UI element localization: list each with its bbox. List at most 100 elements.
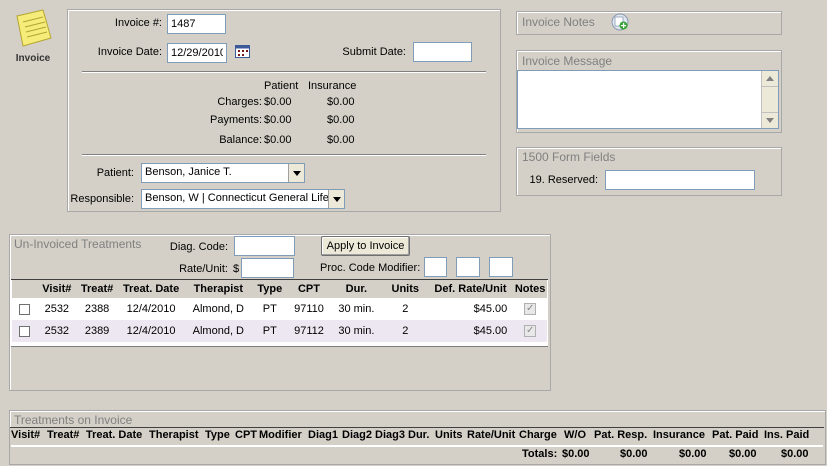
responsible-select[interactable]: Benson, W | Connecticut General Life [141,189,345,209]
row-select-checkbox[interactable] [18,303,30,315]
header-separator-2 [82,154,486,156]
submit-date-label: Submit Date: [342,46,406,58]
column-header[interactable]: Diag2 [342,429,372,441]
column-header[interactable]: Units [435,429,463,441]
invoice-number-input[interactable] [167,14,226,34]
invoice-date-input[interactable] [167,43,227,63]
oninvoice-title: Treatments on Invoice [14,413,133,427]
cell-cpt: 97112 [294,325,324,337]
cell-dur: 30 min. [338,303,375,315]
column-header[interactable]: Treat# [77,280,117,298]
column-header[interactable]: Treat. Date [86,429,142,441]
column-header[interactable]: Units [382,280,428,298]
cell-date: 12/4/2010 [126,325,176,337]
scroll-up-icon[interactable] [762,71,778,87]
column-header[interactable]: CPT [235,429,257,441]
modifier-input-1[interactable] [424,257,447,277]
responsible-label: Responsible: [70,193,134,205]
modifier-input-2[interactable] [456,257,480,277]
apply-to-invoice-button[interactable]: Apply to Invoice [321,236,410,256]
select-column-header [12,280,37,298]
total-wo: $0.00 [620,448,648,460]
column-header[interactable]: Dur. [329,280,383,298]
total-pat-resp: $0.00 [679,448,707,460]
rate-unit-label: Rate/Unit: [179,263,228,275]
table-row[interactable]: 2532 2389 12/4/2010 Almond, D PT 97112 3… [12,320,547,342]
oninvoice-header-row: Visit# Treat# Treat. Date Therapist Type… [11,429,823,445]
submit-date-input[interactable] [413,42,472,62]
column-header[interactable]: Diag1 [308,429,338,441]
column-header[interactable]: Def. Rate/Unit [427,280,514,298]
modifier-input-3[interactable] [489,257,513,277]
cell-units: 2 [402,325,409,337]
patient-select-value: Benson, Janice T. [145,166,232,178]
column-header[interactable]: Treat# [47,429,79,441]
column-header[interactable]: Visit# [11,429,40,441]
invoice-date-label: Invoice Date: [97,46,162,58]
cell-date: 12/4/2010 [126,303,176,315]
column-header[interactable]: Type [251,280,289,298]
column-header[interactable]: W/O [564,429,586,441]
summary-col-insurance: Insurance [308,80,357,92]
total-charge: $0.00 [562,448,590,460]
cell-therapist: Almond, D [192,325,244,337]
column-header[interactable]: Notes [513,280,547,298]
cell-rate: $45.00 [473,303,508,315]
summary-row-label: Charges: [217,96,262,108]
reserved-input[interactable] [605,170,755,190]
form1500-title: 1500 Form Fields [522,150,616,164]
cell-cpt: 97110 [294,303,324,315]
summary-balance-insurance: $0.00 [327,134,355,146]
column-header[interactable]: Visit# [36,280,78,298]
add-note-icon[interactable] [611,13,629,31]
chevron-down-icon[interactable] [328,190,344,208]
column-header[interactable]: Rate/Unit [467,429,515,441]
notes-checkbox: ✓ [524,325,537,338]
scroll-down-icon[interactable] [762,112,778,128]
column-header[interactable]: Dur. [408,429,429,441]
uninvoiced-header-row: Visit# Treat# Treat. Date Therapist Type… [12,280,547,298]
totals-label: Totals: [522,448,558,460]
reserved-label: 19. Reserved: [529,174,598,186]
column-header[interactable]: Therapist [185,280,252,298]
uninvoiced-title: Un-Invoiced Treatments [14,237,142,251]
column-header[interactable]: Pat. Paid [712,429,758,441]
chevron-down-icon[interactable] [288,164,304,182]
column-header[interactable]: Modifier [259,429,302,441]
notes-checkbox: ✓ [524,303,537,316]
cell-type: PT [262,303,277,315]
summary-col-patient: Patient [264,80,299,92]
header-separator-1 [82,71,486,73]
table-row[interactable]: 2532 2388 12/4/2010 Almond, D PT 97110 3… [12,298,547,320]
patient-label: Patient: [96,167,134,179]
message-scrollbar[interactable] [761,71,778,128]
diag-code-input[interactable] [234,236,295,256]
responsible-select-value: Benson, W | Connecticut General Life [145,192,329,204]
cell-type: PT [262,325,277,337]
cell-treat: 2389 [84,325,110,337]
invoice-number-label: Invoice #: [114,17,162,29]
calendar-icon[interactable] [235,44,251,59]
column-header[interactable]: Diag3 [375,429,405,441]
row-select-checkbox[interactable] [18,325,30,337]
cell-units: 2 [402,303,409,315]
column-header[interactable]: CPT [288,280,330,298]
summary-row-label: Payments: [210,114,262,126]
patient-select[interactable]: Benson, Janice T. [141,163,305,183]
summary-charges-insurance: $0.00 [327,96,355,108]
column-header[interactable]: Insurance [653,429,705,441]
invoice-message-textarea[interactable] [517,70,779,129]
cell-dur: 30 min. [338,325,375,337]
column-header[interactable]: Charge [519,429,557,441]
summary-row-label: Balance: [219,134,262,146]
oninvoice-body-area [11,445,823,447]
column-header[interactable]: Treat. Date [116,280,186,298]
invoice-nav[interactable]: Invoice [6,8,60,68]
column-header[interactable]: Type [205,429,230,441]
column-header[interactable]: Pat. Resp. [594,429,647,441]
column-header[interactable]: Therapist [149,429,199,441]
column-header[interactable]: Ins. Paid [764,429,809,441]
cell-treat: 2388 [84,303,110,315]
rate-unit-input[interactable] [241,258,294,278]
proc-code-modifier-label: Proc. Code Modifier: [320,262,421,274]
